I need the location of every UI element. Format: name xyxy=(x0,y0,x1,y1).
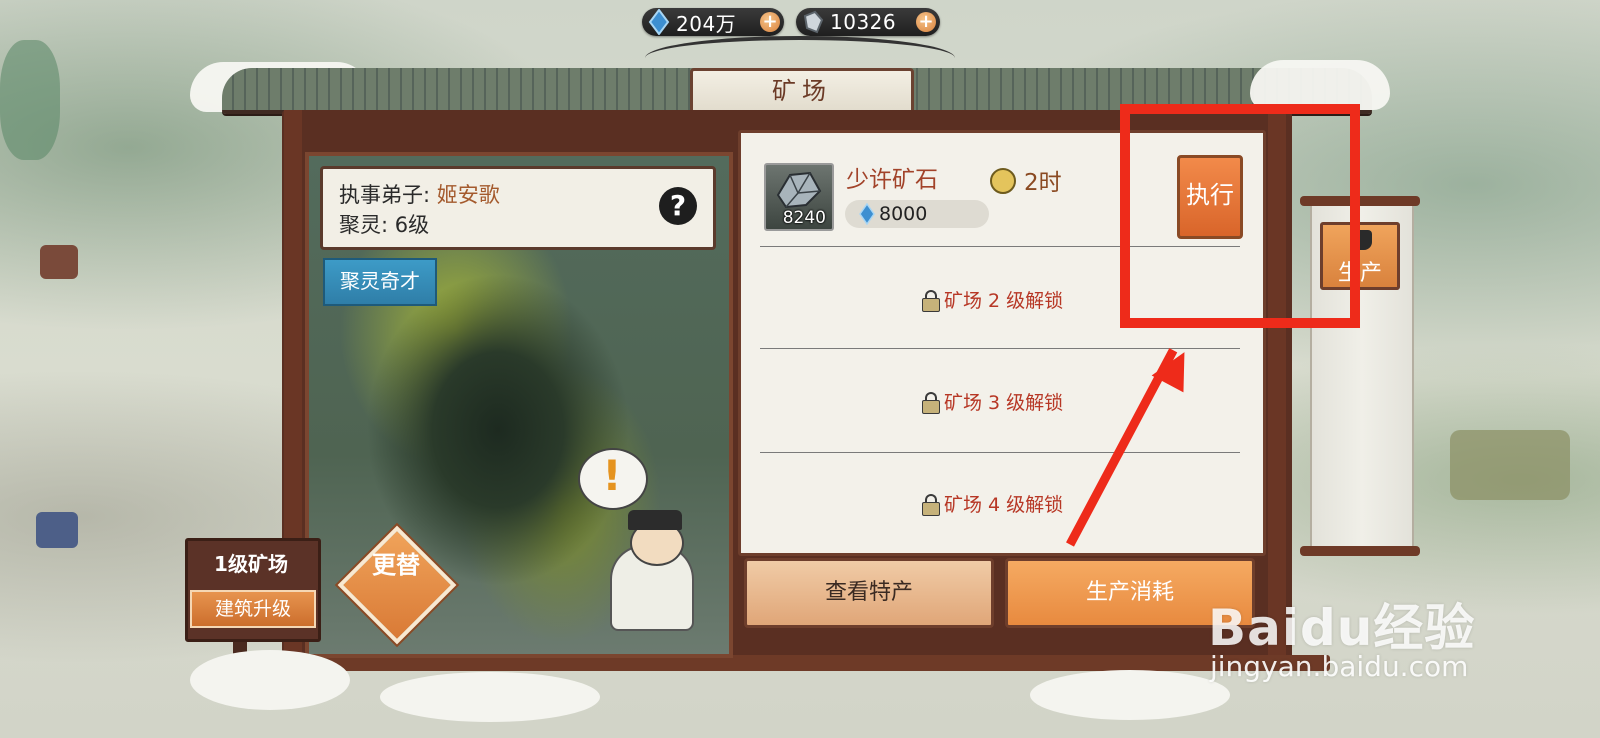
swap-button-label[interactable]: 更替 xyxy=(372,551,420,579)
highlight-box xyxy=(1120,104,1360,328)
upgrade-building-button[interactable]: 建筑升级 xyxy=(190,590,316,628)
lock-icon xyxy=(922,391,940,414)
locked-slot: 矿场 2 级解锁 xyxy=(922,286,1063,313)
cloud-decoration xyxy=(1030,670,1230,720)
active-tab-pointer xyxy=(1112,538,1144,552)
spirit-stone-value: 204万 xyxy=(676,11,737,36)
background-tree xyxy=(0,40,60,160)
background-building xyxy=(1450,430,1570,500)
locked-slot-label: 矿场 4 级解锁 xyxy=(944,494,1064,516)
gather-label: 聚灵: xyxy=(339,213,389,237)
tab-view-specialty[interactable]: 查看特产 xyxy=(744,558,994,628)
ore-item-count: 8240 xyxy=(782,208,826,228)
steward-name[interactable]: 姬安歌 xyxy=(437,183,500,207)
cloud-decoration xyxy=(190,650,350,710)
background-building xyxy=(40,245,78,279)
disciple-hat xyxy=(628,510,682,530)
spirit-stone-icon xyxy=(859,203,875,225)
production-duration: 2时 xyxy=(1024,170,1062,196)
lock-icon xyxy=(922,493,940,516)
exclamation-icon: ! xyxy=(602,451,622,500)
talent-tag[interactable]: 聚灵奇才 xyxy=(323,258,437,306)
add-ore-button[interactable]: + xyxy=(916,12,936,32)
product-name: 少许矿石 xyxy=(846,167,938,193)
lock-icon xyxy=(922,289,940,312)
help-button[interactable]: ? xyxy=(659,187,697,225)
locked-slot-label: 矿场 2 级解锁 xyxy=(944,290,1064,312)
watermark-url: jingyan.baidu.com xyxy=(1210,650,1469,683)
locked-slot: 矿场 3 级解锁 xyxy=(922,388,1063,415)
background-building xyxy=(36,512,78,548)
page-title: 矿场 xyxy=(690,68,914,114)
add-spirit-stone-button[interactable]: + xyxy=(760,12,780,32)
steward-label: 执事弟子: xyxy=(339,183,431,207)
building-level: 1级矿场 xyxy=(214,552,288,576)
scroll-rod xyxy=(1300,546,1420,556)
cloud-decoration xyxy=(380,672,600,722)
locked-slot-label: 矿场 3 级解锁 xyxy=(944,392,1064,414)
clock-icon xyxy=(990,168,1016,194)
ore-value: 10326 xyxy=(830,10,897,34)
gather-row: 聚灵: 6级 xyxy=(339,209,429,239)
currency-ore: 10326 + xyxy=(796,8,940,36)
ore-crystal-icon xyxy=(800,8,826,36)
locked-slot: 矿场 4 级解锁 xyxy=(922,490,1063,517)
steward-row: 执事弟子: 姬安歌 xyxy=(339,179,500,209)
roof-snow xyxy=(1250,60,1390,110)
spirit-stone-icon xyxy=(646,8,672,36)
production-cost-value: 8000 xyxy=(879,203,928,225)
currency-spirit-stone: 204万 + xyxy=(642,8,784,36)
gather-level: 6级 xyxy=(394,213,430,237)
divider xyxy=(760,452,1240,453)
production-cost: 8000 xyxy=(845,200,989,228)
steward-info-card: 执事弟子: 姬安歌 聚灵: 6级 ? xyxy=(320,166,716,250)
